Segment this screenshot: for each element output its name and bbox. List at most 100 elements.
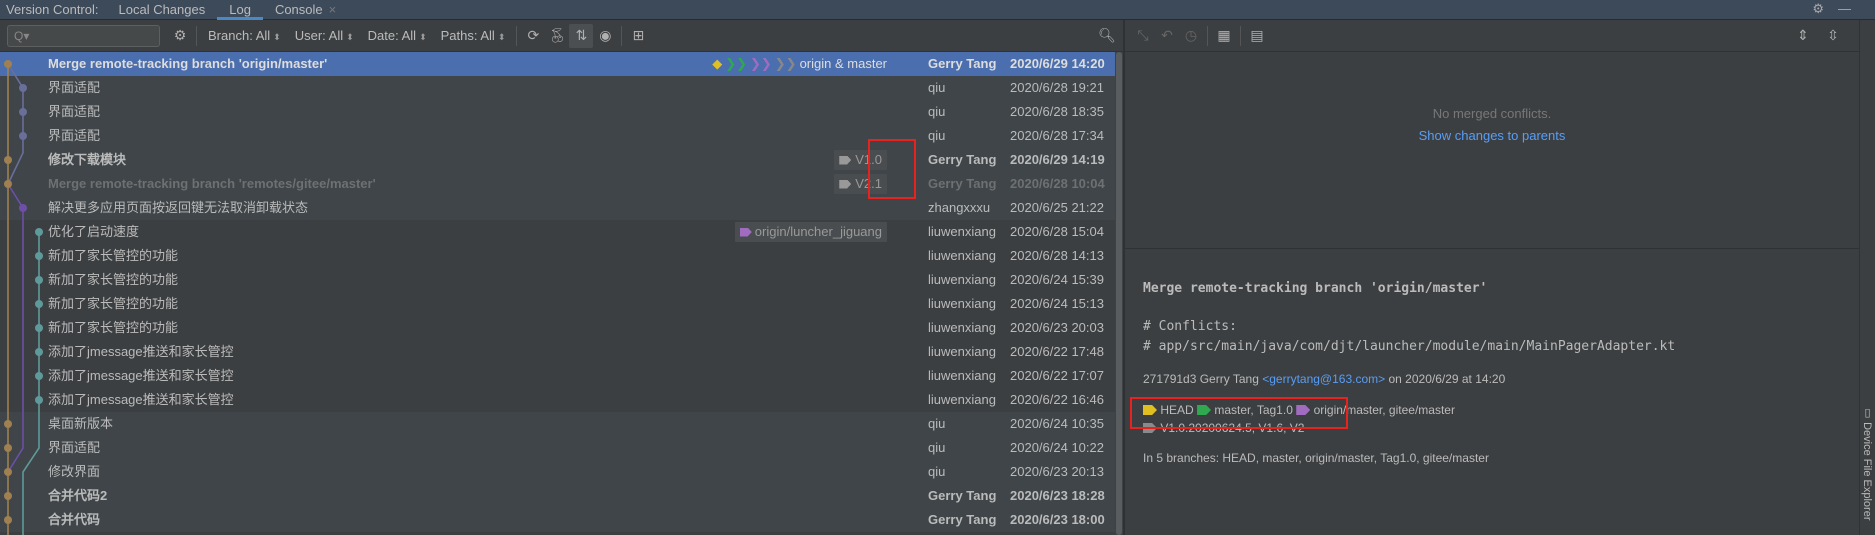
cherry-pick-icon[interactable]: 🍒︎ <box>545 24 569 48</box>
date-filter-label: Date: All <box>367 28 417 43</box>
commit-date: 2020/6/28 15:04 <box>1010 224 1104 239</box>
commit-date: 2020/6/28 17:34 <box>1010 128 1104 143</box>
minimize-icon[interactable]: — <box>1838 1 1851 17</box>
remote-refs: origin/master, gitee/master <box>1313 403 1455 417</box>
group-by-icon[interactable]: ▦ <box>1212 24 1236 48</box>
commit-row[interactable]: 界面适配 qiu 2020/6/28 17:34 <box>0 124 1115 148</box>
details-toolbar: ⤡ ↶ ◷ ▦ ▤ ⇕ ⇳ <box>1125 20 1859 52</box>
separator <box>196 25 197 46</box>
eye-icon[interactable]: ◉ <box>593 24 617 48</box>
show-changes-link[interactable]: Show changes to parents <box>1125 128 1859 143</box>
refresh-icon[interactable]: ⟳ <box>521 24 545 48</box>
conflicts-header: # Conflicts: <box>1143 319 1237 334</box>
gear-icon[interactable]: ⚙ <box>168 24 192 48</box>
commit-hash-author: 271791d3 Gerry Tang <box>1143 372 1259 386</box>
commit-message: Merge remote-tracking branch 'remotes/gi… <box>48 176 376 191</box>
tag-label: V1.0 <box>855 152 882 167</box>
commit-date: 2020/6/23 20:13 <box>1010 464 1104 479</box>
tab-console[interactable]: Console × <box>263 0 348 20</box>
commit-date: 2020/6/22 17:48 <box>1010 344 1104 359</box>
commit-date: 2020/6/28 19:21 <box>1010 80 1104 95</box>
commit-author: liuwenxiang <box>928 344 996 359</box>
scrollbar-thumb[interactable] <box>1116 52 1122 535</box>
ref-labels: origin/luncher_jiguang <box>734 220 887 242</box>
commit-message: 界面适配 <box>48 440 101 455</box>
commit-message: 解决更多应用页面按返回键无法取消卸载状态 <box>48 200 309 215</box>
undo-icon[interactable]: ↶ <box>1155 24 1179 48</box>
new-tab-icon[interactable]: ⊞ <box>626 24 650 48</box>
collapse-icon[interactable]: ⤡ <box>1131 24 1155 48</box>
commit-row[interactable]: Merge remote-tracking branch 'origin/mas… <box>0 52 1115 76</box>
tab-local-changes[interactable]: Local Changes <box>107 0 218 20</box>
user-filter[interactable]: User: All ⬍ <box>295 28 354 43</box>
details-pane: ⤡ ↶ ◷ ▦ ▤ ⇕ ⇳ No merged conflicts. Show c… <box>1125 20 1859 535</box>
commit-author: Gerry Tang <box>928 56 997 71</box>
date-filter[interactable]: Date: All ⬍ <box>368 28 427 43</box>
commit-row[interactable]: 解决更多应用页面按返回键无法取消卸载状态 zhangxxxu 2020/6/25 2… <box>0 196 1115 220</box>
commit-row[interactable]: 修改下载模块 V1.0 Gerry Tang 2020/6/29 14:19 <box>0 148 1115 172</box>
paths-filter-label: Paths: All <box>440 28 495 43</box>
layout-icon[interactable]: ▤ <box>1245 24 1269 48</box>
commit-date: 2020/6/25 21:22 <box>1010 200 1104 215</box>
conflict-file: # app/src/main/java/com/djt/launcher/mod… <box>1143 339 1676 354</box>
commit-author: qiu <box>928 440 946 455</box>
separator <box>1240 25 1241 46</box>
commit-author: qiu <box>928 416 946 431</box>
commit-message: 优化了启动速度 <box>48 224 140 239</box>
author-email-link[interactable]: <gerrytang@163.com> <box>1262 372 1385 386</box>
commit-message: 添加了jmessage推送和家长管控 <box>48 368 234 383</box>
commit-row[interactable]: 新加了家长管控的功能 liuwenxiang 2020/6/28 14:13 <box>0 244 1115 268</box>
commit-row[interactable]: 界面适配 qiu 2020/6/28 19:21 <box>0 76 1115 100</box>
ref-labels: ◆ ❯❯ ❯❯ ❯❯ origin & master <box>712 52 887 76</box>
device-file-explorer-button[interactable]: ▯ Device File Explorer <box>1861 406 1874 531</box>
tag-labels: V2.1 <box>834 172 887 194</box>
commit-author: Gerry Tang <box>928 152 997 167</box>
commit-author: Gerry Tang <box>928 512 997 527</box>
commit-message: 新加了家长管控的功能 <box>48 320 179 335</box>
local-refs: master, Tag1.0 <box>1214 403 1293 417</box>
commit-date: 2020/6/29 14:19 <box>1010 152 1105 167</box>
commit-row[interactable]: 桌面新版本 qiu 2020/6/24 10:35 <box>0 412 1115 436</box>
commit-row[interactable]: 界面适配 qiu 2020/6/28 18:35 <box>0 100 1115 124</box>
commit-row[interactable]: 新加了家长管控的功能 liuwenxiang 2020/6/23 20:03 <box>0 316 1115 340</box>
gear-icon[interactable]: ⚙ <box>1812 1 1824 17</box>
commit-author: qiu <box>928 464 946 479</box>
search-input[interactable]: Q▾ <box>7 24 160 47</box>
close-icon[interactable]: × <box>329 2 337 17</box>
sort-icon[interactable]: ⇅ <box>569 23 594 48</box>
device-file-explorer-label: Device File Explorer <box>1861 422 1873 521</box>
commit-date: 2020/6/23 18:00 <box>1010 512 1105 527</box>
head-tag-icon <box>1143 405 1157 415</box>
commit-row[interactable]: 优化了启动速度 origin/luncher_jiguang liuwenxiang… <box>0 220 1115 244</box>
tag-icon <box>1143 423 1157 433</box>
commit-date: on 2020/6/29 at 14:20 <box>1388 372 1506 386</box>
tab-log[interactable]: Log <box>217 0 263 20</box>
log-scrollbar[interactable] <box>1115 52 1123 535</box>
updown-icon: ⬍ <box>273 32 281 42</box>
commit-row[interactable]: 新加了家长管控的功能 liuwenxiang 2020/6/24 15:13 <box>0 292 1115 316</box>
commit-row[interactable]: 添加了jmessage推送和家长管控 liuwenxiang 2020/6/22 1… <box>0 340 1115 364</box>
commit-date: 2020/6/23 18:28 <box>1010 488 1105 503</box>
commit-row[interactable]: 添加了jmessage推送和家长管控 liuwenxiang 2020/6/22 1… <box>0 388 1115 412</box>
commit-row[interactable]: 合并代码2 Gerry Tang 2020/6/23 18:28 <box>0 484 1115 508</box>
log-toolbar: Q▾ ⚙ Branch: All ⬍ User: All ⬍ Date: All ⬍ … <box>0 20 1123 52</box>
commit-row[interactable]: 添加了jmessage推送和家长管控 liuwenxiang 2020/6/22 1… <box>0 364 1115 388</box>
search-icon[interactable]: 🔍︎ <box>1095 24 1119 48</box>
paths-filter[interactable]: Paths: All ⬍ <box>441 28 506 43</box>
commit-row[interactable]: 合并代码 Gerry Tang 2020/6/23 18:00 <box>0 508 1115 532</box>
tag-refs: V1.0.20200624.5, V1.6, V2 <box>1160 421 1305 435</box>
local-branch-icon <box>1197 405 1212 415</box>
commit-row[interactable]: 修改界面 qiu 2020/6/23 20:13 <box>0 460 1115 484</box>
commit-author: liuwenxiang <box>928 272 996 287</box>
commit-details: Merge remote-tracking branch 'origin/mas… <box>1125 248 1859 535</box>
expand-all-icon[interactable]: ⇕ <box>1791 24 1815 48</box>
commit-row[interactable]: 新加了家长管控的功能 liuwenxiang 2020/6/24 15:39 <box>0 268 1115 292</box>
commit-date: 2020/6/24 15:13 <box>1010 296 1104 311</box>
commit-row[interactable]: Merge remote-tracking branch 'remotes/gi… <box>0 172 1115 196</box>
branch-filter[interactable]: Branch: All ⬍ <box>208 28 281 43</box>
commit-row[interactable]: 界面适配 qiu 2020/6/24 10:22 <box>0 436 1115 460</box>
branch-filter-label: Branch: All <box>208 28 271 43</box>
history-icon[interactable]: ◷ <box>1179 24 1203 48</box>
separator <box>516 25 518 46</box>
collapse-all-icon[interactable]: ⇳ <box>1821 24 1845 48</box>
